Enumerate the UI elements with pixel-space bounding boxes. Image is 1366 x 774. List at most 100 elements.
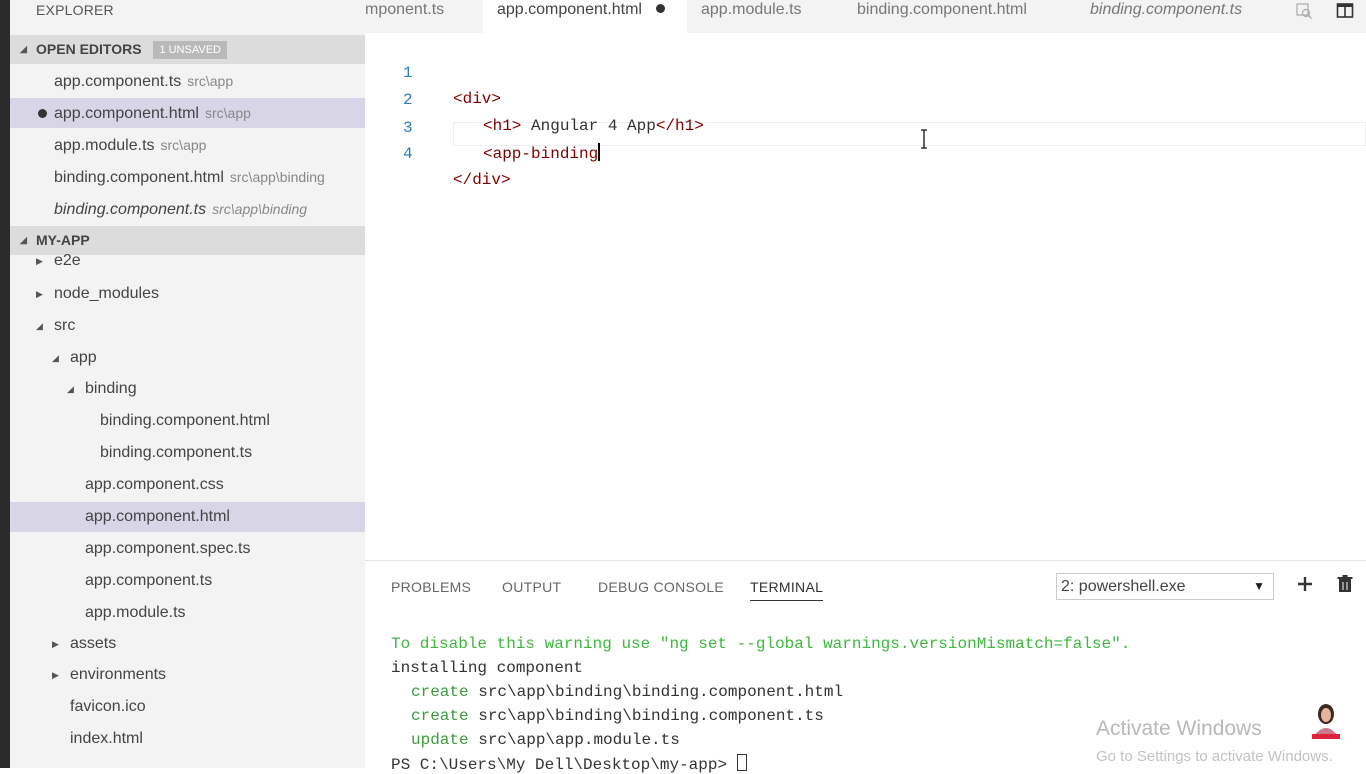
tree-item-label: app [70,349,97,366]
terminal-line-warning: To disable this warning use "ng set --gl… [391,635,1130,653]
chevron-right-icon: ▶ [36,256,43,266]
tree-folder-binding[interactable]: ◢ binding [10,374,365,404]
code-line: 4 </div> [365,115,1366,189]
terminal-text: src\app\app.module.ts [478,731,680,749]
tree-file[interactable]: favicon.ico [10,692,365,722]
tree-item-label: app.component.css [85,476,224,493]
tab-app-component-ts[interactable]: mponent.ts [365,0,483,33]
open-editor-path: src\app\binding [229,169,325,185]
tab-label: binding.component.ts [1090,1,1243,18]
terminal-text: To disable this warning use "ng set --gl… [391,635,1131,653]
project-label: MY-APP [36,232,90,248]
tab-binding-component-ts[interactable]: binding.component.ts [1073,0,1273,33]
terminal-select[interactable]: 2: powershell.exe ▼ [1056,573,1274,600]
chevron-down-icon: ▼ [1253,579,1265,593]
terminal-op: update [411,731,469,749]
open-editor-item-active[interactable]: app.component.html src\app [10,98,365,128]
terminal-text: PS C:\Users\My Dell\Desktop\my-app> [391,756,737,774]
tree-item-label: assets [70,635,117,652]
terminal-line: create src\app\binding\binding.component… [411,707,824,725]
chevron-right-icon: ▶ [52,639,59,649]
open-editor-name: app.component.html [54,105,199,122]
plus-icon [1298,577,1312,591]
code-editor[interactable]: 1 <div> 2 <h1> Angular 4 App</h1> 3 <app… [365,33,1366,560]
code-token: </div> [453,171,511,189]
open-editor-name: app.module.ts [54,137,155,154]
tree-item-label: binding [85,380,137,397]
split-editor-icon[interactable] [1336,2,1354,20]
tree-item-label: binding.component.html [100,412,270,429]
tab-binding-component-html[interactable]: binding.component.html [843,0,1073,33]
tab-app-module-ts[interactable]: app.module.ts [687,0,843,33]
tab-label: app.component.html [497,1,642,18]
activate-windows-title: Activate Windows [1096,717,1262,740]
chevron-down-icon: ◢ [52,353,59,363]
chevron-down-icon: ◢ [36,321,43,331]
tab-app-component-html[interactable]: app.component.html [483,0,687,33]
open-preview-icon[interactable] [1295,2,1313,20]
open-editor-item[interactable]: app.component.ts src\app [10,66,365,96]
tree-folder-node-modules[interactable]: ▶ node_modules [10,279,365,309]
unsaved-badge: 1 UNSAVED [153,41,227,59]
open-editor-item[interactable]: app.module.ts src\app [10,130,365,160]
open-editor-item[interactable]: binding.component.html src\app\binding [10,162,365,192]
explorer-title: EXPLORER [36,2,114,18]
text-cursor [598,143,601,161]
unsaved-dot-icon [38,109,47,118]
terminal-text: installing component [391,659,584,677]
line-number: 4 [403,145,413,163]
terminal-cursor [736,754,747,771]
open-editor-path: src\app [204,105,251,121]
tree-file[interactable]: app.component.spec.ts [10,534,365,564]
open-editors-header[interactable]: ◢ OPEN EDITORS 1 UNSAVED [10,35,365,64]
kill-terminal-button[interactable] [1337,575,1353,597]
tab-label: mponent.ts [365,1,445,18]
tree-file[interactable]: binding.component.html [10,406,365,436]
terminal-op: create [411,683,469,701]
open-editors-label: OPEN EDITORS [36,41,142,57]
terminal-op: create [411,707,469,725]
tree-file[interactable]: index.html [10,724,365,754]
trash-icon [1337,575,1353,592]
tree-item-label: index.html [70,730,143,747]
tree-item-label: app.component.html [85,508,230,525]
open-editor-path: src\app\binding [212,201,308,217]
open-editor-name: binding.component.html [54,169,224,186]
terminal-text: src\app\binding\binding.component.html [478,683,844,701]
tree-item-label: favicon.ico [70,698,146,715]
tree-item-label: src [54,317,76,334]
code-line-current: 3 <app-binding [365,89,1366,163]
terminal-select-value: 2: powershell.exe [1061,578,1186,595]
unsaved-dot-icon[interactable] [655,4,665,13]
tree-item-label: environments [70,666,167,683]
tree-file[interactable]: app.component.css [10,470,365,500]
tree-item-label: app.component.ts [85,572,213,589]
ibeam-cursor-icon [921,129,927,149]
chevron-right-icon: ▶ [52,670,59,680]
tree-folder-assets[interactable]: ▶ assets [10,629,365,659]
tab-output[interactable]: OUTPUT [502,579,561,595]
tree-folder-e2e[interactable]: ▶ e2e [10,247,365,275]
new-terminal-button[interactable] [1296,575,1314,597]
code-line: 2 <h1> Angular 4 App</h1> [365,61,1366,135]
chevron-down-icon: ◢ [20,44,27,54]
explorer-sidebar: EXPLORER ◢ OPEN EDITORS 1 UNSAVED app.co… [10,0,365,768]
tab-problems[interactable]: PROBLEMS [391,579,471,595]
open-editor-item-preview[interactable]: binding.component.ts src\app\binding [10,194,365,224]
tree-file[interactable]: app.module.ts [10,598,365,628]
terminal-prompt[interactable]: PS C:\Users\My Dell\Desktop\my-app> [391,754,747,774]
terminal-line: create src\app\binding\binding.component… [411,683,843,701]
tab-debug-console[interactable]: DEBUG CONSOLE [598,579,724,595]
tree-file[interactable]: binding.component.ts [10,438,365,468]
tree-folder-src[interactable]: ◢ src [10,311,365,341]
tree-folder-environments[interactable]: ▶ environments [10,660,365,690]
code-token: <app-binding [483,145,599,163]
terminal-line: update src\app\app.module.ts [411,731,680,749]
tab-terminal[interactable]: TERMINAL [750,579,824,601]
tree-file[interactable]: app.component.ts [10,566,365,596]
editor-tab-bar: mponent.ts app.component.html app.module… [365,0,1366,33]
subscribe-logo-icon [1312,704,1340,739]
tree-folder-app[interactable]: ◢ app [10,343,365,373]
tree-file-selected[interactable]: app.component.html [10,502,365,532]
tree-item-label: e2e [54,252,81,269]
